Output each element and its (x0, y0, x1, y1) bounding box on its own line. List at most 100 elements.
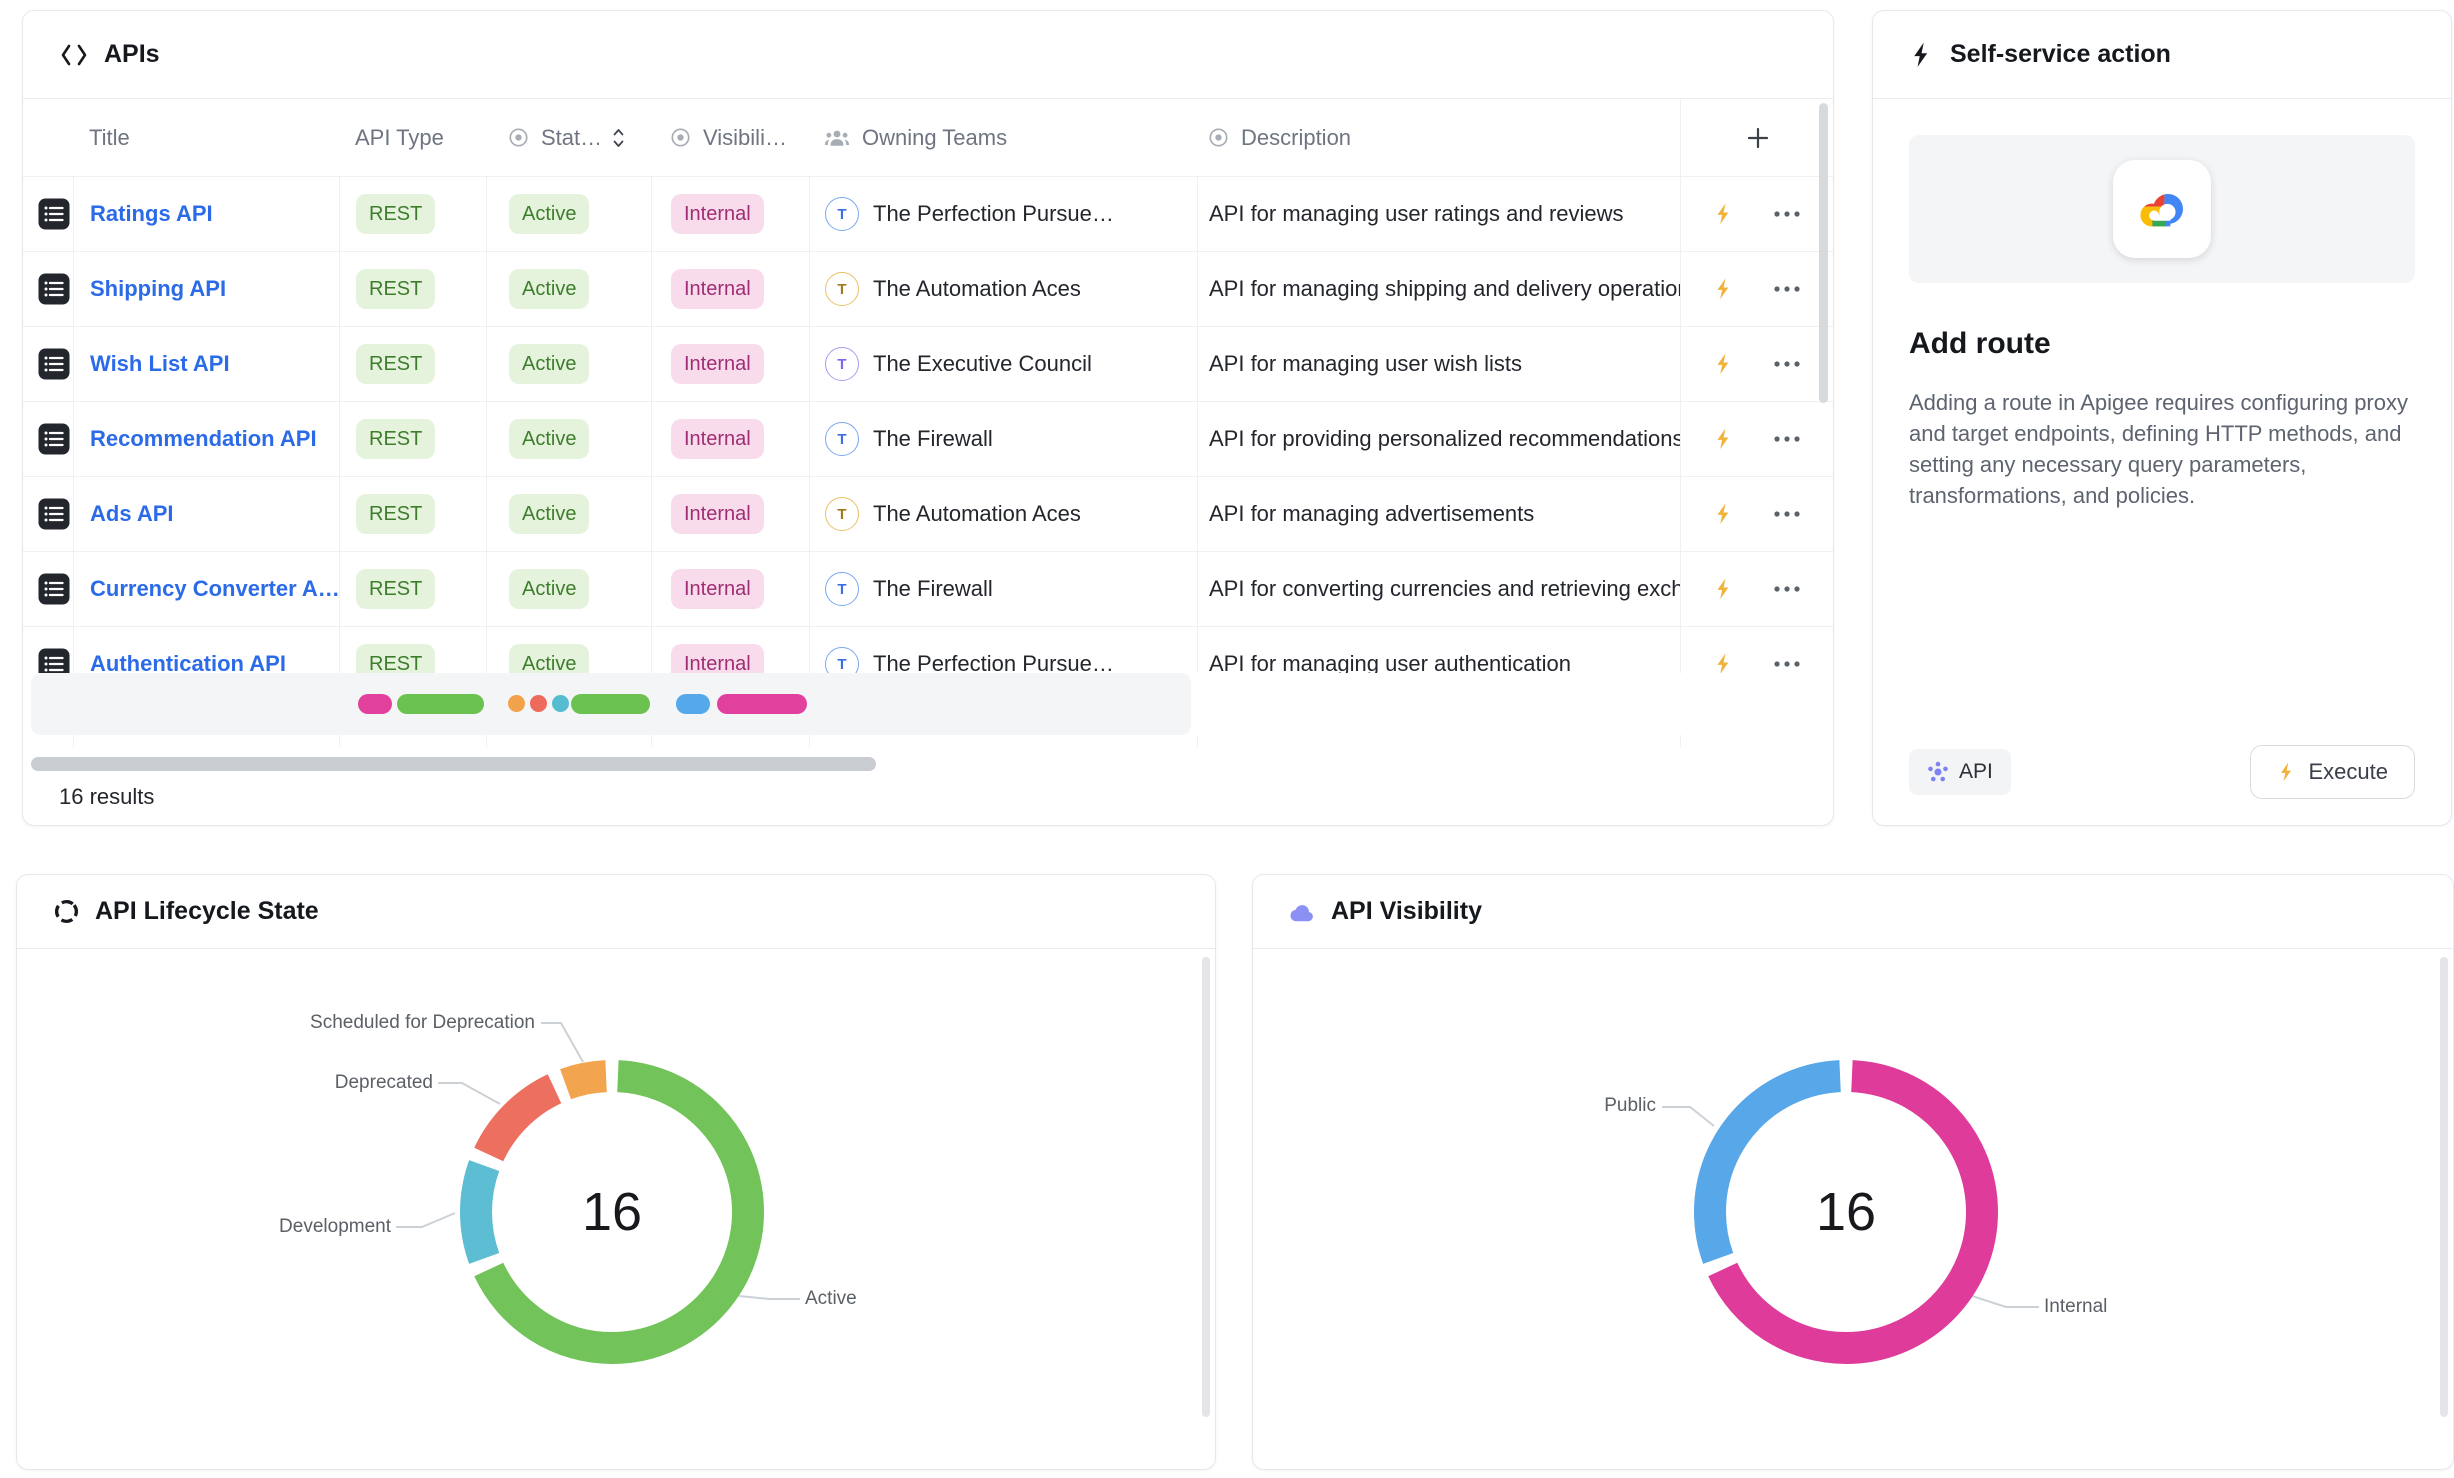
column-header-api-type[interactable]: API Type (339, 99, 486, 176)
run-action-icon[interactable] (1713, 651, 1735, 673)
segment-label: Scheduled for Deprecation (310, 1012, 535, 1034)
api-type-badge: REST (356, 419, 435, 459)
api-title-link[interactable]: Shipping API (90, 276, 226, 302)
label-connector-line (438, 1083, 500, 1104)
row-menu-button[interactable] (1773, 510, 1801, 518)
api-type-badge: REST (356, 494, 435, 534)
column-header-title[interactable]: Title (73, 99, 339, 176)
column-label: Description (1241, 125, 1351, 151)
action-logo-tile (2113, 160, 2211, 258)
run-action-icon[interactable] (1713, 351, 1735, 377)
vertical-scrollbar[interactable] (1819, 103, 1828, 403)
plus-icon (1745, 125, 1771, 151)
action-title: Add route (1909, 327, 2415, 361)
api-title-link[interactable]: Authentication API (90, 651, 286, 673)
donut-segment-public[interactable] (1710, 1076, 1982, 1348)
column-header-visibility[interactable]: Visibili… (651, 99, 809, 176)
donut-segment-scheduled-for-deprecation[interactable] (476, 1076, 748, 1348)
row-menu-button[interactable] (1773, 585, 1801, 593)
lightning-icon (1909, 41, 1935, 69)
api-type-badge: REST (356, 644, 435, 673)
add-column-button[interactable] (1680, 99, 1835, 176)
donut-segment-deprecated[interactable] (476, 1076, 748, 1348)
run-action-icon[interactable] (1713, 576, 1735, 602)
sort-icon[interactable] (611, 125, 626, 151)
google-cloud-icon (2133, 185, 2191, 233)
column-header-status[interactable]: Stat… (486, 99, 651, 176)
visibility-card-title: API Visibility (1331, 897, 1482, 926)
label-connector-line (396, 1213, 455, 1227)
code-icon (59, 43, 89, 67)
api-description: API for providing personalized recommend… (1209, 426, 1680, 452)
blueprint-label: API (1959, 760, 1993, 784)
run-action-icon[interactable] (1713, 276, 1735, 302)
donut-chart-icon (53, 898, 80, 925)
card-scrollbar[interactable] (1202, 957, 1210, 1417)
summary-band (31, 673, 1191, 735)
api-title-link[interactable]: Recommendation API (90, 426, 317, 452)
column-label: Visibili… (703, 125, 787, 151)
api-title-link[interactable]: Wish List API (90, 351, 230, 377)
api-title-link[interactable]: Ads API (90, 501, 174, 527)
api-title-link[interactable]: Ratings API (90, 201, 213, 227)
table-row[interactable]: Wishlist APIRESTActiveInternalTThe Autom… (23, 735, 1833, 747)
row-menu-button[interactable] (1773, 285, 1801, 293)
row-menu-button[interactable] (1773, 660, 1801, 668)
donut-chart-svg (1686, 1052, 2006, 1372)
api-entity-icon (37, 272, 71, 306)
single-select-icon (1208, 127, 1229, 148)
lifecycle-card-header: API Lifecycle State (17, 875, 1215, 949)
action-card-body: Add route Adding a route in Apigee requi… (1873, 99, 2451, 547)
donut-segment-internal[interactable] (1710, 1076, 1982, 1348)
row-menu-button[interactable] (1773, 435, 1801, 443)
column-label: API Type (355, 125, 444, 151)
donut-segment-active[interactable] (476, 1076, 748, 1348)
api-type-badge: REST (356, 194, 435, 234)
team-name: The Executive Council (873, 351, 1092, 377)
team-avatar: T (825, 272, 859, 306)
card-scrollbar[interactable] (2440, 957, 2448, 1417)
action-card-footer: API Execute (1909, 745, 2415, 799)
table-row[interactable]: Ads APIRESTActiveInternalTThe Automation… (23, 477, 1833, 552)
api-entity-icon (37, 422, 71, 456)
column-header-description[interactable]: Description (1197, 99, 1680, 176)
api-description: API for managing shipping and delivery o… (1209, 276, 1680, 302)
column-header-owning-teams[interactable]: Owning Teams (809, 99, 1197, 176)
action-description: Adding a route in Apigee requires config… (1909, 387, 2417, 511)
visibility-badge: Internal (671, 644, 764, 673)
table-row[interactable]: Currency Converter A…RESTActiveInternalT… (23, 552, 1833, 627)
execute-lightning-icon (2277, 760, 2297, 784)
apis-card-title: APIs (104, 40, 160, 69)
run-action-icon[interactable] (1713, 501, 1735, 527)
api-description: API for converting currencies and retrie… (1209, 576, 1680, 602)
api-entity-icon (37, 347, 71, 381)
table-row[interactable]: Wish List APIRESTActiveInternalTThe Exec… (23, 327, 1833, 402)
table-row[interactable]: Shipping APIRESTActiveInternalTThe Autom… (23, 252, 1833, 327)
status-badge: Active (509, 419, 589, 459)
table-row[interactable]: Ratings APIRESTActiveInternalTThe Perfec… (23, 177, 1833, 252)
run-action-icon[interactable] (1713, 426, 1735, 452)
table-body: Ratings APIRESTActiveInternalTThe Perfec… (23, 177, 1833, 673)
team-name: The Automation Aces (873, 501, 1081, 527)
row-menu-button[interactable] (1773, 210, 1801, 218)
team-name: The Automation Aces (873, 276, 1081, 302)
single-select-icon (508, 127, 529, 148)
run-action-icon[interactable] (1713, 201, 1735, 227)
execute-button[interactable]: Execute (2250, 745, 2416, 799)
table-row[interactable]: Recommendation APIRESTActiveInternalTThe… (23, 402, 1833, 477)
team-avatar: T (825, 197, 859, 231)
donut-segment-development[interactable] (476, 1076, 748, 1348)
apis-table-card: APIs Title API Type Stat… (22, 10, 1834, 826)
summary-pill (530, 695, 547, 712)
dashboard-page: APIs Title API Type Stat… (0, 0, 2454, 1478)
table-row[interactable]: Authentication APIRESTActiveInternalTThe… (23, 627, 1833, 673)
lifecycle-card-title: API Lifecycle State (95, 897, 319, 926)
status-badge: Active (509, 569, 589, 609)
horizontal-scrollbar[interactable] (31, 757, 876, 771)
row-menu-button[interactable] (1773, 360, 1801, 368)
status-badge: Active (509, 344, 589, 384)
row-icon-column-header (23, 99, 73, 176)
blueprint-chip[interactable]: API (1909, 749, 2011, 795)
api-title-link[interactable]: Currency Converter A… (90, 576, 339, 602)
visibility-badge: Internal (671, 194, 764, 234)
